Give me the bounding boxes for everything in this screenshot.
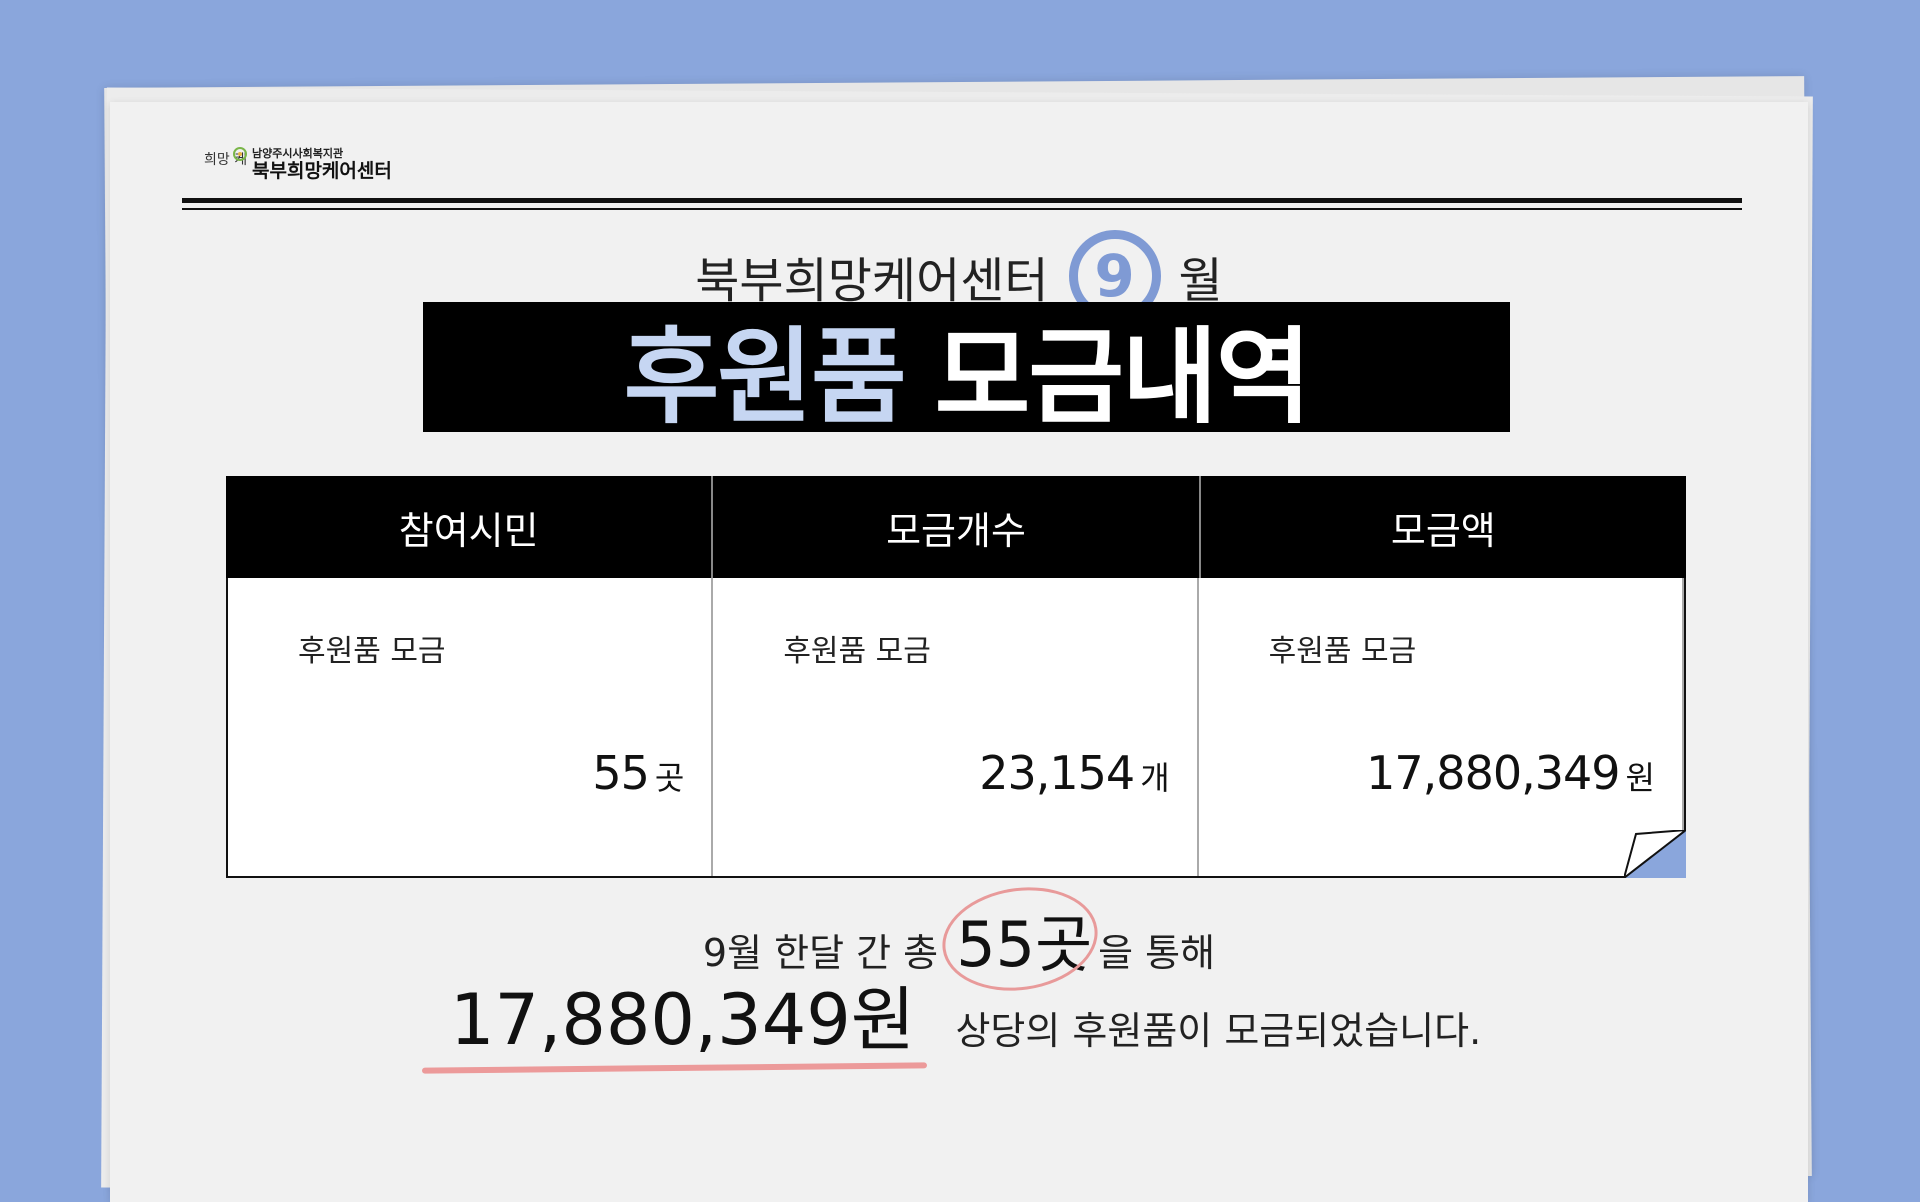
amount-unit: 원 [1625, 759, 1655, 797]
newspaper-sheet: 희망 케어 남양주시사회복지관 북부희망케어센터 북부희망케어센터 9 월 후원… [110, 102, 1808, 1202]
logo-mark-icon: 희망 케어 [202, 144, 260, 184]
cell-participants: 후원품 모금 55 곳 [228, 578, 714, 876]
table-header-row: 참여시민 모금개수 모금액 [226, 476, 1686, 578]
logo: 희망 케어 남양주시사회복지관 북부희망케어센터 [202, 144, 392, 184]
donation-table: 참여시민 모금개수 모금액 후원품 모금 55 곳 후원품 모금 23,154 개 … [226, 476, 1686, 880]
header-rule-thick [182, 198, 1742, 203]
page-title: 후원품 모금내역 [423, 302, 1510, 438]
hand-underline-mark [421, 1062, 928, 1074]
summary-amount: 17,880,349원 [421, 979, 937, 1074]
page-curl-icon [1624, 830, 1686, 878]
item-count-value: 23,154 [979, 746, 1135, 800]
logo-subtitle: 남양주시사회복지관 [252, 146, 344, 160]
cell-label: 후원품 모금 [783, 634, 931, 669]
amount-value: 17,880,349 [1366, 746, 1620, 800]
summary-conclusion: 상당의 후원품이 모금되었습니다. [955, 1009, 1482, 1053]
cell-label: 후원품 모금 [298, 634, 446, 669]
title-part-history: 모금내역 [934, 315, 1312, 438]
table-body-row: 후원품 모금 55 곳 후원품 모금 23,154 개 후원품 모금 17,880,… [226, 578, 1686, 878]
item-count-unit: 개 [1140, 759, 1169, 797]
cell-value: 23,154 개 [979, 746, 1169, 800]
cell-value: 17,880,349 원 [1366, 746, 1655, 800]
cell-item-count: 후원품 모금 23,154 개 [713, 578, 1199, 876]
summary-line-2: 17,880,349원 상당의 후원품이 모금되었습니다. [421, 964, 1482, 1074]
cell-value: 55 곳 [592, 746, 684, 800]
participants-value: 55 [592, 746, 650, 800]
header-amount: 모금액 [1390, 508, 1496, 553]
cell-label: 후원품 모금 [1268, 634, 1417, 669]
logo-name: 북부희망케어센터 [252, 159, 392, 182]
header-item-count: 모금개수 [713, 476, 1201, 578]
header-participants: 참여시민 [226, 476, 714, 578]
participants-unit: 곳 [654, 759, 684, 797]
cell-amount: 후원품 모금 17,880,349 원 [1199, 578, 1684, 876]
summary-amount-value: 17,880,349원 [450, 979, 916, 1061]
header-rule-thin [182, 208, 1742, 210]
title-part-donation: 후원품 [623, 315, 907, 438]
